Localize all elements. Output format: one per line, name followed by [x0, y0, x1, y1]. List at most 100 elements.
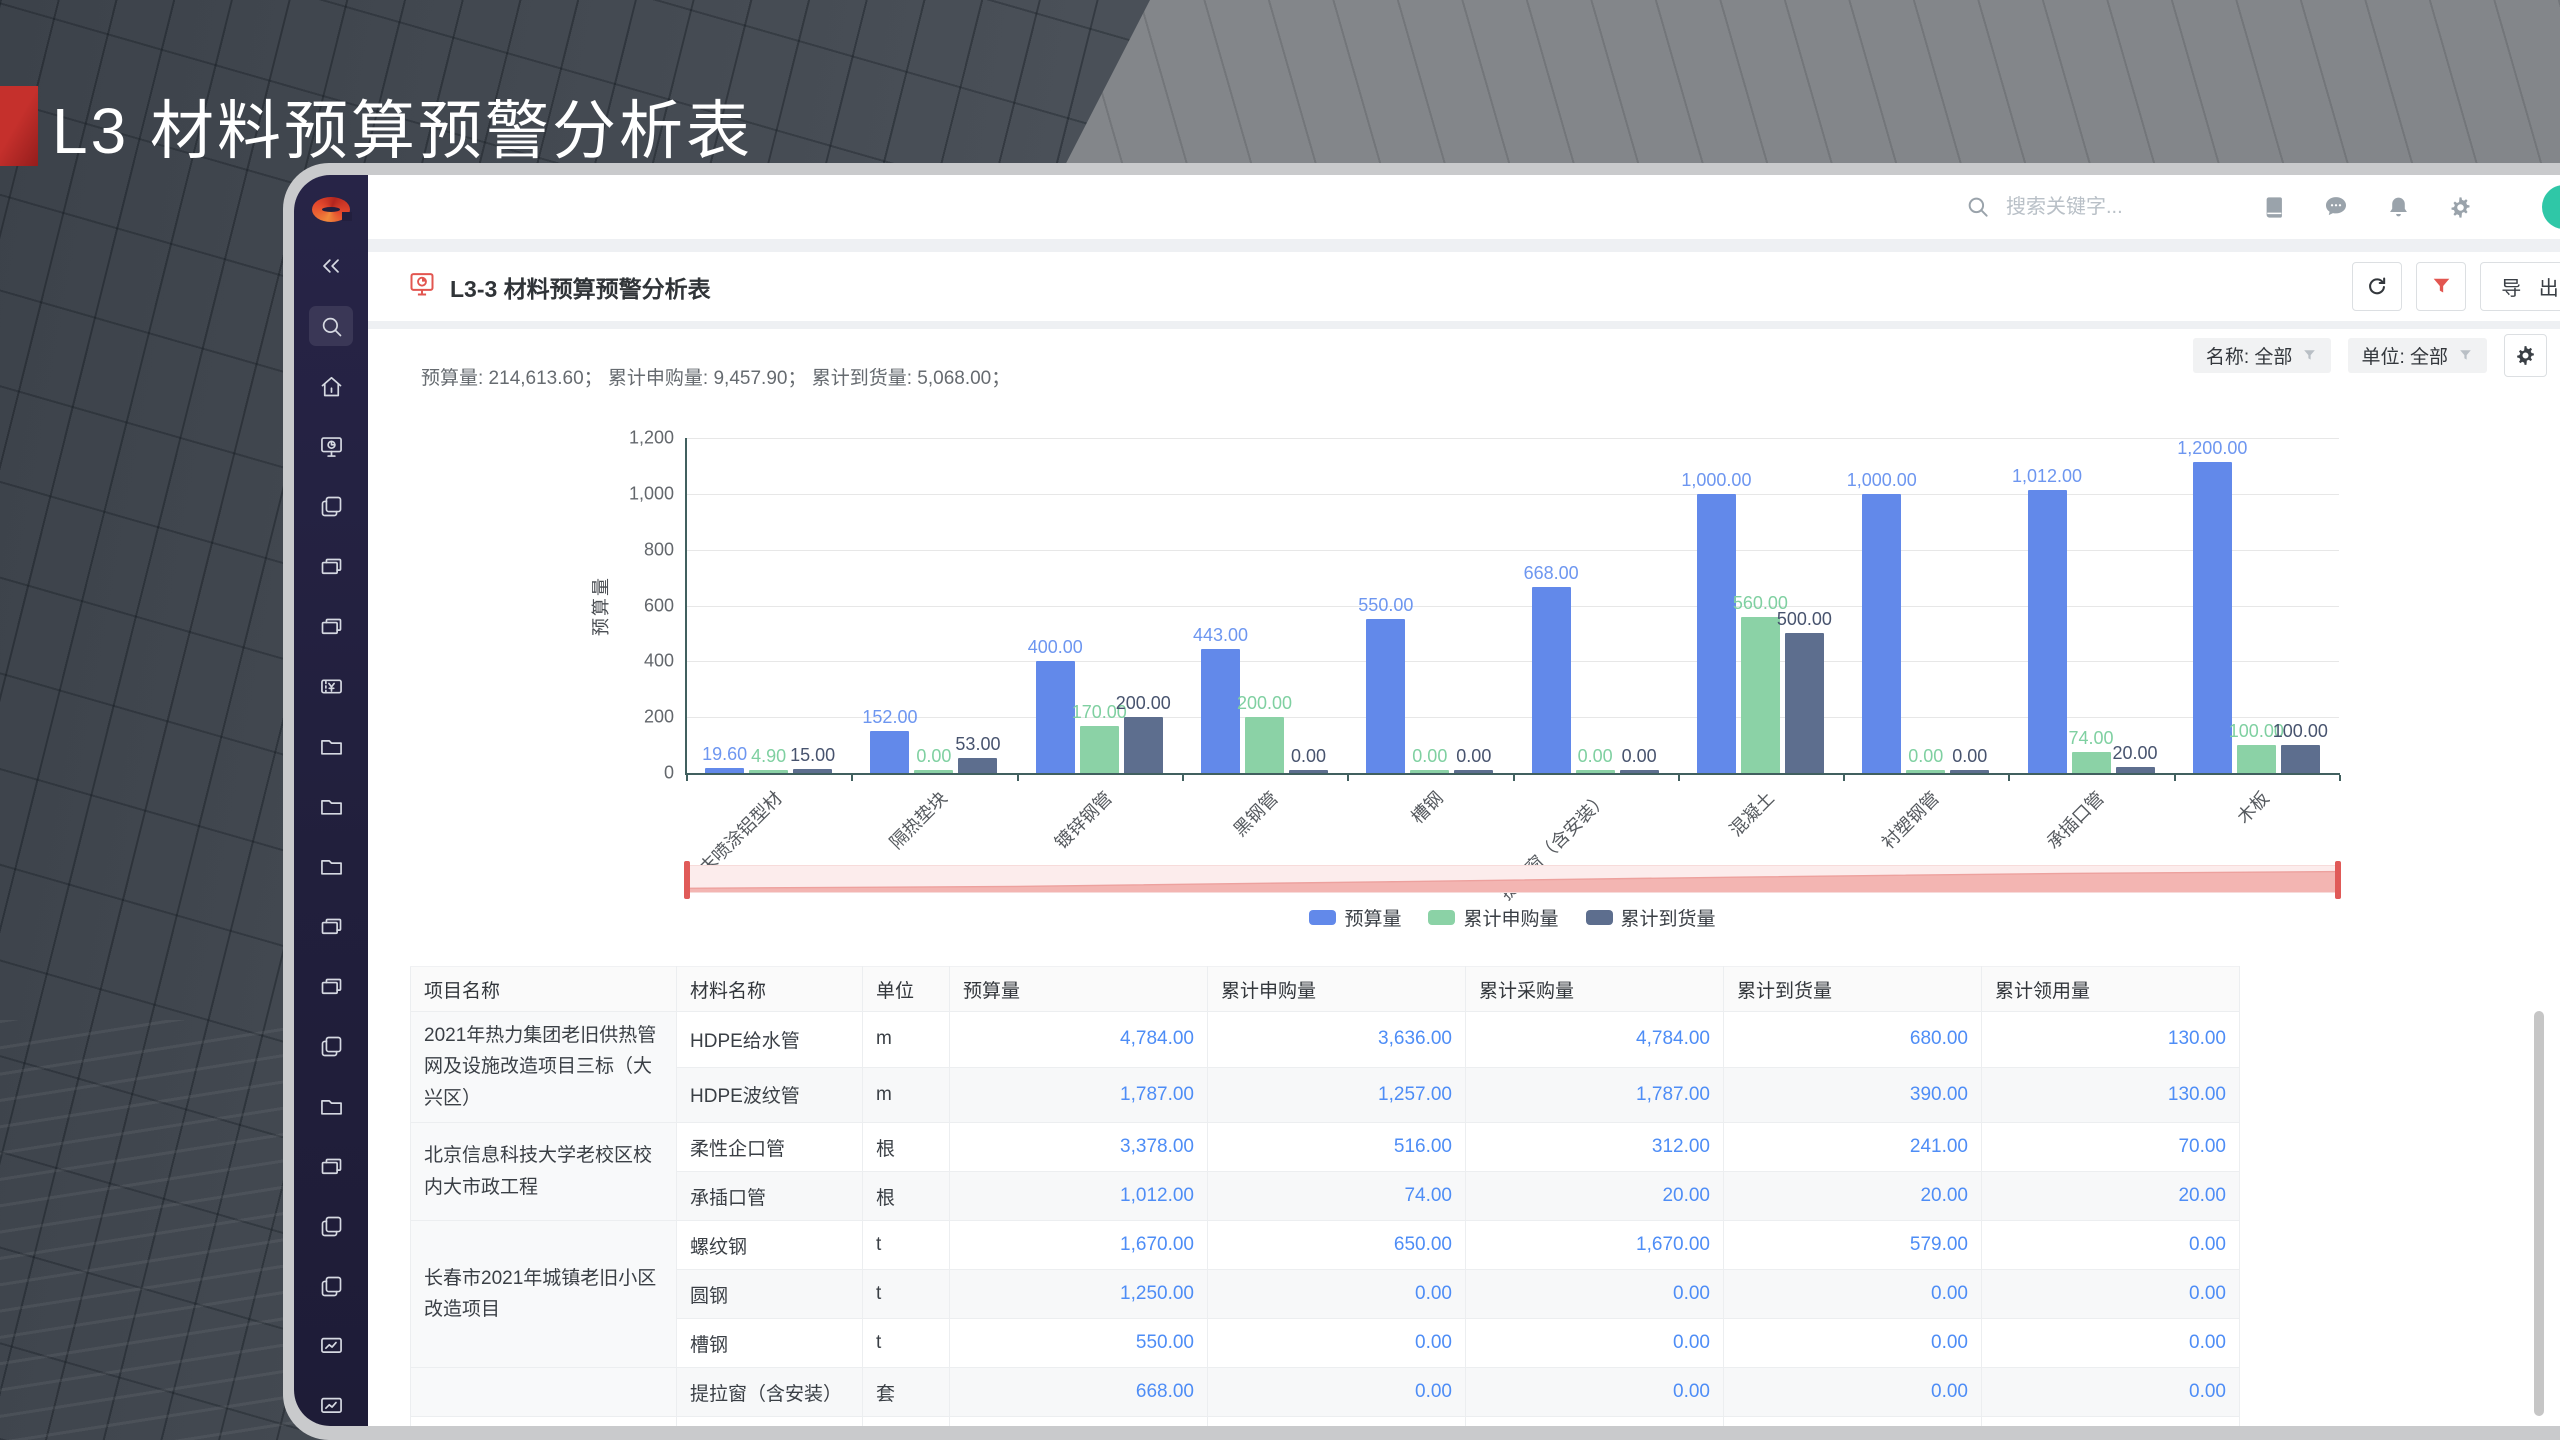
bar-budget[interactable] — [2192, 462, 2232, 773]
sidebar-item-home-icon[interactable] — [309, 366, 353, 406]
app-logo[interactable] — [312, 197, 352, 222]
sidebar-item-copy-icon[interactable] — [309, 1206, 353, 1246]
value-cell: 390.00 — [1723, 1066, 1982, 1124]
bar-arrived[interactable] — [1619, 770, 1659, 773]
bar-budget[interactable] — [1366, 619, 1406, 773]
bar-arrived[interactable] — [1784, 633, 1824, 773]
avatar[interactable] — [2542, 185, 2560, 229]
table-row[interactable]: 槽钢 t 550.00 0.00 0.00 0.00 0.00 — [411, 1318, 2240, 1369]
value-cell: 20.00 — [1465, 1171, 1724, 1222]
bar-budget[interactable] — [1862, 494, 1902, 773]
export-button[interactable]: 导 出 — [2480, 262, 2560, 311]
y-tick-label: 400 — [643, 650, 674, 671]
bar-budget[interactable] — [1531, 587, 1571, 773]
chat-icon[interactable] — [2322, 193, 2350, 221]
unit-cell: t — [862, 1269, 950, 1320]
sidebar-nav — [309, 222, 353, 1426]
bar-budget[interactable] — [1696, 494, 1736, 773]
funnel-icon — [2304, 350, 2316, 360]
table-row[interactable]: 2021年热力集团老旧供热管网及设施改造项目三标（大兴区） HDPE给水管 m 4,7… — [410, 1010, 2240, 1124]
value-cell: 20.00 — [1723, 1171, 1982, 1222]
book-icon[interactable] — [2260, 193, 2288, 221]
bar-budget[interactable] — [705, 768, 745, 773]
sidebar-item-folder-icon[interactable] — [309, 726, 353, 766]
value-cell: 516.00 — [1207, 1122, 1466, 1173]
bar-budget[interactable] — [1201, 649, 1241, 773]
legend-item-arrived[interactable]: 累计到货量 — [1585, 904, 1716, 931]
table-row[interactable]: 提拉窗（含安装）套 668.00 0.00 0.00 0.00 0.00 — [410, 1367, 2240, 1418]
filter-button[interactable] — [2416, 262, 2466, 311]
value-cell: 1,670.00 — [949, 1220, 1208, 1271]
value-cell: 4,784.00 — [949, 1011, 1208, 1068]
bar-chart: 0 200 400 600 800 1,000 1,200 预算量 19.60 4.90 15… — [591, 428, 2341, 930]
y-tick-label: 1,200 — [628, 427, 674, 448]
bar-requested[interactable] — [1410, 770, 1450, 773]
name-filter-chip[interactable]: 名称: 全部 — [2192, 338, 2332, 373]
bar-arrived[interactable] — [1454, 770, 1494, 773]
unit-cell: m — [862, 1011, 950, 1068]
bar-group: 1,012.00 74.00 20.00 — [2008, 438, 2173, 773]
bar-budget[interactable] — [870, 731, 910, 773]
sidebar-item-copy-icon[interactable] — [309, 1266, 353, 1306]
vertical-scrollbar[interactable] — [2534, 1011, 2544, 1416]
bar-requested[interactable] — [1740, 617, 1780, 773]
material-cell: 螺纹钢 — [676, 1220, 863, 1271]
table-row[interactable]: HDPE波纹管 m 1,787.00 1,257.00 1,787.00 390.00 13… — [411, 1066, 2240, 1124]
sidebar-item-collapse-icon[interactable] — [309, 246, 353, 286]
bar-arrived[interactable] — [2115, 767, 2155, 773]
bar-arrived[interactable] — [1123, 717, 1163, 773]
bar-requested[interactable] — [914, 770, 954, 773]
bar-requested[interactable] — [2236, 745, 2276, 773]
bar-requested[interactable] — [749, 770, 789, 773]
bar-group: 19.60 4.90 15.00 — [686, 438, 851, 773]
table-row[interactable]: 圆钢 t 1,250.00 0.00 0.00 0.00 0.00 — [411, 1269, 2240, 1320]
bell-icon[interactable] — [2384, 193, 2412, 221]
sidebar-item-windows-icon[interactable] — [309, 1146, 353, 1186]
bar-budget[interactable] — [1035, 661, 1075, 773]
sidebar-item-folder-icon[interactable] — [309, 846, 353, 886]
sidebar-item-chart-monitor-icon[interactable] — [309, 1326, 353, 1366]
sidebar-item-search-icon[interactable] — [309, 306, 353, 346]
bar-value-label: 19.60 — [702, 744, 748, 764]
table-row[interactable]: 承插口管根 1,012.00 74.00 20.00 20.00 20.00 — [411, 1171, 2240, 1222]
bar-value-label: 668.00 — [1523, 563, 1579, 583]
table-header: 项目名称 材料名称 单位 预算量 累计申购量 累计采购量 累计到货量 累计领用量 — [410, 966, 2240, 1012]
bar-arrived[interactable] — [1289, 770, 1329, 773]
datazoom-handle-left[interactable] — [684, 861, 690, 899]
legend-item-requested[interactable]: 累计申购量 — [1428, 904, 1559, 931]
table-settings-button[interactable] — [2504, 334, 2547, 377]
sidebar-item-folder-icon[interactable] — [309, 1086, 353, 1126]
bar-budget[interactable] — [2027, 490, 2067, 773]
bar-arrived[interactable] — [2280, 745, 2320, 773]
table-row[interactable]: 长春市2021年城镇老旧小区改造项目 螺纹钢 t 1,670.00 650.00 1,67… — [410, 1220, 2240, 1369]
sidebar-item-folder-icon[interactable] — [309, 786, 353, 826]
y-tick-label: 200 — [643, 706, 674, 727]
bar-requested[interactable] — [2071, 752, 2111, 773]
gear-icon[interactable] — [2446, 193, 2474, 221]
datazoom-handle-right[interactable] — [2335, 861, 2341, 899]
datazoom-slider[interactable] — [684, 861, 2341, 899]
bar-requested[interactable] — [1906, 770, 1946, 773]
bar-requested[interactable] — [1079, 726, 1119, 773]
value-cell: 650.00 — [1207, 1220, 1466, 1271]
column-header: 预算量 — [949, 966, 1208, 1012]
bar-arrived[interactable] — [793, 769, 833, 773]
bar-requested[interactable] — [1245, 717, 1285, 773]
sidebar-item-monitor-icon[interactable] — [309, 426, 353, 466]
sidebar-item-windows-icon[interactable] — [309, 546, 353, 586]
table-row[interactable]: 北京信息科技大学老校区校内大市政工程 柔性企口管根 3,378.00 516.00 31… — [410, 1122, 2240, 1222]
refresh-button[interactable] — [2352, 262, 2402, 311]
legend-item-budget[interactable]: 预算量 — [1309, 904, 1401, 931]
unit-filter-chip[interactable]: 单位: 全部 — [2348, 338, 2487, 373]
bar-arrived[interactable] — [958, 758, 998, 773]
sidebar-item-windows-icon[interactable] — [309, 906, 353, 946]
bar-value-label: 0.00 — [1412, 746, 1448, 766]
sidebar-item-copy-icon[interactable] — [309, 486, 353, 526]
bar-arrived[interactable] — [1950, 770, 1990, 773]
sidebar-item-windows-icon[interactable] — [309, 966, 353, 1006]
sidebar-item-windows-icon[interactable] — [309, 606, 353, 646]
bar-requested[interactable] — [1575, 770, 1615, 773]
sidebar-item-copy-icon[interactable] — [309, 1026, 353, 1066]
sidebar-item-ticket-icon[interactable] — [309, 666, 353, 706]
sidebar-item-chart-monitor-icon[interactable] — [309, 1386, 353, 1426]
